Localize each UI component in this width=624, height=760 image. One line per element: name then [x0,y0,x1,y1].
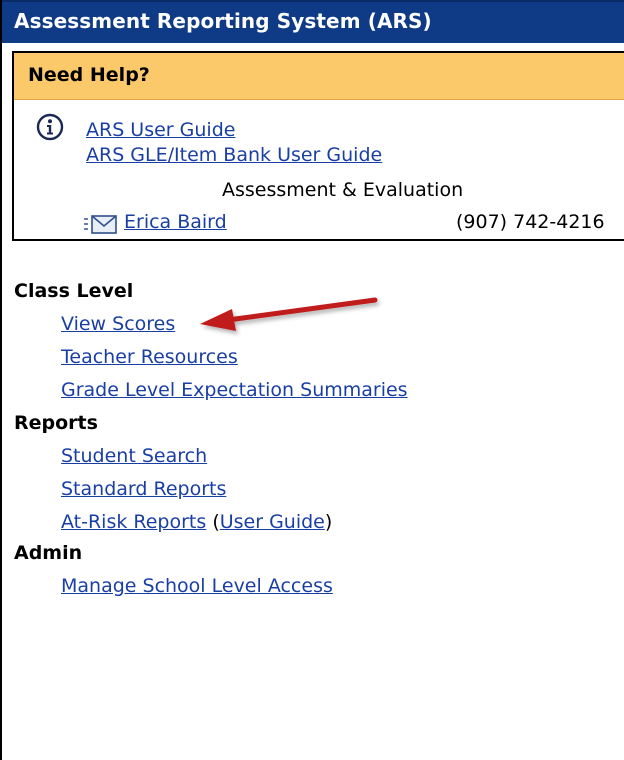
title-bar: Assessment Reporting System (ARS) [2,0,624,43]
app-title: Assessment Reporting System (ARS) [14,9,432,33]
at-risk-user-guide-link[interactable]: User Guide [220,511,325,533]
view-scores-link[interactable]: View Scores [61,313,175,335]
page-frame: Assessment Reporting System (ARS) Need H… [0,0,624,760]
help-panel: Need Help? ARS User Guide ARS GLE/Item B… [12,51,624,241]
help-panel-header: Need Help? [14,53,624,100]
student-search-link[interactable]: Student Search [61,445,207,467]
gle-summaries-link[interactable]: Grade Level Expectation Summaries [61,379,408,401]
contact-phone: (907) 742-4216 [456,211,605,233]
manage-school-access-link[interactable]: Manage School Level Access [61,575,333,597]
contact-email-link[interactable]: Erica Baird [124,211,227,233]
mail-icon [84,215,117,234]
ars-gle-item-bank-guide-link[interactable]: ARS GLE/Item Bank User Guide [86,144,382,166]
department-label: Assessment & Evaluation [222,179,464,201]
help-panel-title: Need Help? [28,64,150,86]
pointer-arrow-icon [200,297,378,331]
ars-user-guide-link[interactable]: ARS User Guide [86,119,235,141]
at-risk-reports-link[interactable]: At-Risk Reports [61,511,206,533]
section-heading-reports: Reports [14,412,98,434]
info-icon [36,113,64,141]
section-heading-admin: Admin [14,542,83,564]
close-paren: ) [324,511,333,533]
standard-reports-link[interactable]: Standard Reports [61,478,226,500]
at-risk-reports-row: At-Risk Reports (User Guide) [61,511,332,533]
section-heading-class-level: Class Level [14,280,134,302]
open-paren: ( [206,511,220,533]
teacher-resources-link[interactable]: Teacher Resources [61,346,238,368]
